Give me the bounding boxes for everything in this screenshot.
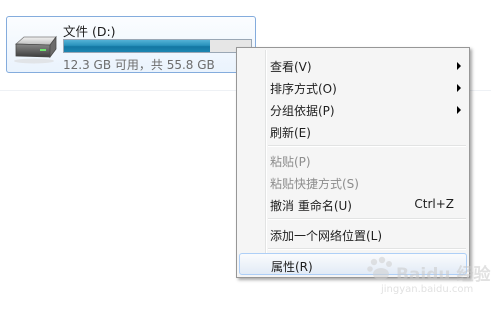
baidu-jingyan-watermark: Baidu 经验 jingyan.baidu.com — [366, 254, 490, 304]
menu-item-6[interactable]: 撤消 重命名(U) Ctrl+Z — [239, 193, 467, 215]
menu-item-1[interactable]: 排序方式(O) — [239, 76, 467, 98]
menu-item-label: 查看(V) — [270, 60, 312, 74]
menu-item-label: 粘贴快捷方式(S) — [270, 177, 359, 191]
menu-separator — [268, 248, 466, 250]
submenu-arrow-icon — [457, 106, 461, 114]
menu-item-label: 分组依据(P) — [270, 104, 335, 118]
baidu-paw-icon — [367, 256, 392, 280]
menu-item-4: 粘贴(P) — [239, 149, 467, 171]
explorer-content-area[interactable]: 文件 (D:) 12.3 GB 可用，共 55.8 GB 查看(V) 排序方式(O… — [0, 0, 491, 311]
submenu-arrow-icon — [457, 84, 461, 92]
hard-drive-icon — [14, 35, 57, 64]
menu-item-label: 粘贴(P) — [270, 155, 311, 169]
submenu-arrow-icon — [457, 62, 461, 70]
menu-item-label: 排序方式(O) — [270, 82, 337, 96]
drive-d-tile[interactable]: 文件 (D:) 12.3 GB 可用，共 55.8 GB — [6, 16, 256, 73]
menu-item-7[interactable]: 添加一个网络位置(L) — [239, 223, 467, 245]
watermark-logo-text: Baidu 经验 — [396, 265, 491, 285]
menu-item-5: 粘贴快捷方式(S) — [239, 171, 467, 193]
menu-item-label: 属性(R) — [271, 260, 313, 274]
menu-item-shortcut: Ctrl+Z — [414, 197, 454, 211]
menu-item-0[interactable]: 查看(V) — [239, 54, 467, 76]
menu-separator — [268, 218, 466, 220]
drive-capacity-fill — [64, 40, 210, 52]
menu-item-label: 撤消 重命名(U) — [270, 199, 352, 213]
menu-item-2[interactable]: 分组依据(P) — [239, 98, 467, 120]
drive-capacity-bar — [63, 39, 252, 53]
drive-free-space: 12.3 GB 可用，共 55.8 GB — [63, 58, 215, 72]
menu-item-label: 刷新(E) — [270, 126, 311, 140]
context-menu: 查看(V) 排序方式(O) 分组依据(P) 刷新(E) 粘贴(P) 粘贴快捷方式(S) 撤消… — [236, 47, 470, 278]
drive-name: 文件 (D:) — [63, 24, 116, 39]
menu-item-label: 添加一个网络位置(L) — [270, 229, 383, 243]
menu-separator — [268, 145, 466, 147]
menu-item-3[interactable]: 刷新(E) — [239, 120, 467, 142]
watermark-url: jingyan.baidu.com — [381, 284, 474, 295]
